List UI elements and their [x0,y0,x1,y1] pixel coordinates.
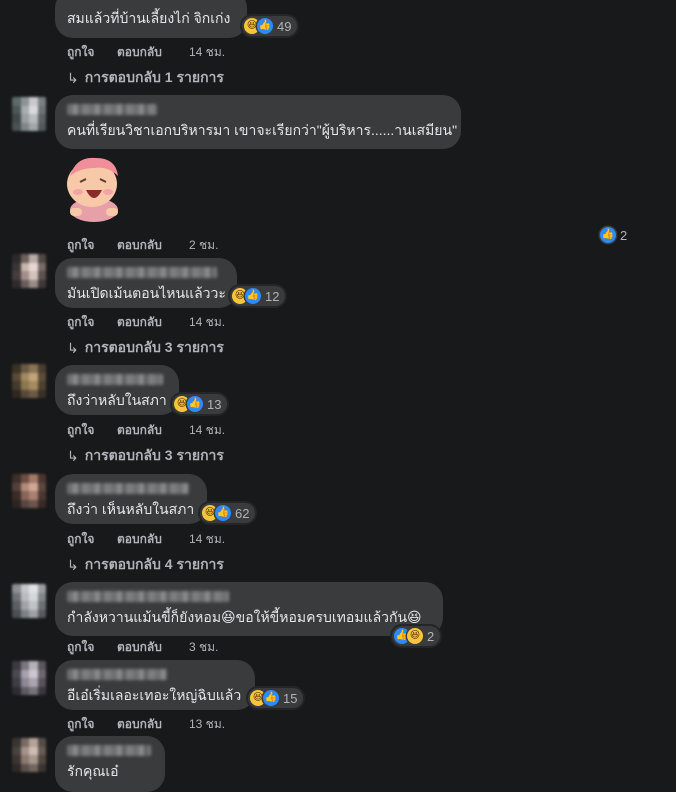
reaction-summary[interactable]: 👍 😆 2 [392,626,441,646]
comment-timestamp[interactable]: 2 ชม. [189,236,218,255]
replies-label: การตอบกลับ 3 รายการ [84,447,224,463]
comment-actions: ถูกใจ ตอบกลับ 14 ชม. [67,530,225,549]
avatar[interactable] [12,584,46,618]
replies-label: การตอบกลับ 1 รายการ [84,69,224,85]
like-button[interactable]: ถูกใจ [67,236,117,255]
reaction-summary[interactable]: 😆 👍 62 [200,503,256,523]
reaction-count: 12 [265,288,280,304]
avatar[interactable] [12,97,46,131]
comment-text: รักคุณเอ๋ [67,763,119,779]
comment-timestamp[interactable]: 14 ชม. [189,43,225,62]
comment-actions: ถูกใจ ตอบกลับ 14 ชม. [67,421,225,440]
comment-bubble: คนที่เรียนวิชาเอกบริหารมา เขาจะเรียกว่า"… [55,95,461,149]
thumbs-up-icon: 👍 [215,505,231,521]
reaction-count: 2 [427,628,435,644]
avatar[interactable] [12,474,46,508]
reaction-count: 15 [283,690,298,706]
comment-text: ถึงว่าหลับในสภา [67,392,167,408]
avatar[interactable] [12,661,46,695]
reply-arrow-icon: ↳ [67,447,79,464]
comment-bubble: รักคุณเอ๋ [55,736,165,792]
reply-button[interactable]: ตอบกลับ [117,715,189,734]
comment-text: สมแล้วที่บ้านเลี้ยงไก่ จิกเก่ง [67,10,231,26]
comment-bubble: สมแล้วที่บ้านเลี้ยงไก่ จิกเก่ง [55,0,247,38]
comment-text: กำลังหวานแม้นขี้ก็ยังหอม😆ขอให้ขี้หอมครบเ… [67,609,422,625]
comment-bubble: ถึงว่าหลับในสภา [55,365,179,415]
comment-bubble: ถึงว่า เห็นหลับในสภา [55,474,207,524]
avatar[interactable] [12,364,46,398]
view-replies-link[interactable]: ↳ การตอบกลับ 3 รายการ [67,445,224,467]
reaction-count: 62 [235,505,250,521]
reply-button[interactable]: ตอบกลับ [117,421,189,440]
reaction-count: 2 [620,227,628,243]
reaction-summary[interactable]: 👍 2 [598,225,633,245]
reply-arrow-icon: ↳ [67,69,79,86]
thumbs-up-icon: 👍 [263,690,279,706]
comment-bubble: มันเปิดเม้นตอนไหนแล้ววะ [55,258,237,308]
thumbs-up-icon: 👍 [187,396,203,412]
reply-button[interactable]: ตอบกลับ [117,313,189,332]
avatar[interactable] [12,254,46,288]
comment-text: มันเปิดเม้นตอนไหนแล้ววะ [67,285,226,301]
reply-button[interactable]: ตอบกลับ [117,638,189,657]
thumbs-up-icon: 👍 [600,227,616,243]
comment-text: ถึงว่า เห็นหลับในสภา [67,501,195,517]
avatar[interactable] [12,738,46,772]
comment-timestamp[interactable]: 14 ชม. [189,313,225,332]
reply-arrow-icon: ↳ [67,556,79,573]
comment-bubble: กำลังหวานแม้นขี้ก็ยังหอม😆ขอให้ขี้หอมครบเ… [55,582,443,636]
reaction-count: 49 [277,18,292,34]
comment-timestamp[interactable]: 13 ชม. [189,715,225,734]
like-button[interactable]: ถูกใจ [67,638,117,657]
comment-timestamp[interactable]: 14 ชม. [189,421,225,440]
author-name-redacted[interactable] [67,483,189,494]
thumbs-up-icon: 👍 [257,18,273,34]
thumbs-up-icon: 👍 [245,288,261,304]
laughing-face-icon: 😆 [407,628,423,644]
like-button[interactable]: ถูกใจ [67,313,117,332]
reply-button[interactable]: ตอบกลับ [117,236,189,255]
reaction-count: 13 [207,396,222,412]
sticker-image [67,157,118,222]
comment-actions: ถูกใจ ตอบกลับ 14 ชม. [67,313,225,332]
replies-label: การตอบกลับ 3 รายการ [84,339,224,355]
like-button[interactable]: ถูกใจ [67,530,117,549]
reaction-summary[interactable]: 😆 👍 15 [248,688,304,708]
like-button[interactable]: ถูกใจ [67,43,117,62]
comment-actions: ถูกใจ ตอบกลับ 2 ชม. [67,236,218,255]
author-name-redacted[interactable] [67,267,217,278]
comment-bubble: อีเอ๋เริ่มเลอะเทอะใหญ่ฉิบแล้ว [55,660,255,710]
comment-timestamp[interactable]: 3 ชม. [189,638,218,657]
view-replies-link[interactable]: ↳ การตอบกลับ 1 รายการ [67,67,224,89]
reply-button[interactable]: ตอบกลับ [117,530,189,549]
reaction-summary[interactable]: 😆 👍 13 [172,394,228,414]
reply-button[interactable]: ตอบกลับ [117,43,189,62]
comment-text: อีเอ๋เริ่มเลอะเทอะใหญ่ฉิบแล้ว [67,687,242,703]
comment-actions: ถูกใจ ตอบกลับ 13 ชม. [67,715,225,734]
reaction-summary[interactable]: 😆 👍 49 [242,16,298,36]
comment-actions: ถูกใจ ตอบกลับ 3 ชม. [67,638,218,657]
author-name-redacted[interactable] [67,374,163,385]
author-name-redacted[interactable] [67,669,167,680]
author-name-redacted[interactable] [67,591,229,602]
reply-arrow-icon: ↳ [67,339,79,356]
author-name-redacted[interactable] [67,104,157,115]
author-name-redacted[interactable] [67,745,151,756]
comment-timestamp[interactable]: 14 ชม. [189,530,225,549]
replies-label: การตอบกลับ 4 รายการ [84,556,224,572]
view-replies-link[interactable]: ↳ การตอบกลับ 4 รายการ [67,554,224,576]
view-replies-link[interactable]: ↳ การตอบกลับ 3 รายการ [67,337,224,359]
comment-actions: ถูกใจ ตอบกลับ 14 ชม. [67,43,225,62]
like-button[interactable]: ถูกใจ [67,421,117,440]
reaction-summary[interactable]: 😆 👍 12 [230,286,286,306]
like-button[interactable]: ถูกใจ [67,715,117,734]
comment-text: คนที่เรียนวิชาเอกบริหารมา เขาจะเรียกว่า"… [67,122,458,138]
